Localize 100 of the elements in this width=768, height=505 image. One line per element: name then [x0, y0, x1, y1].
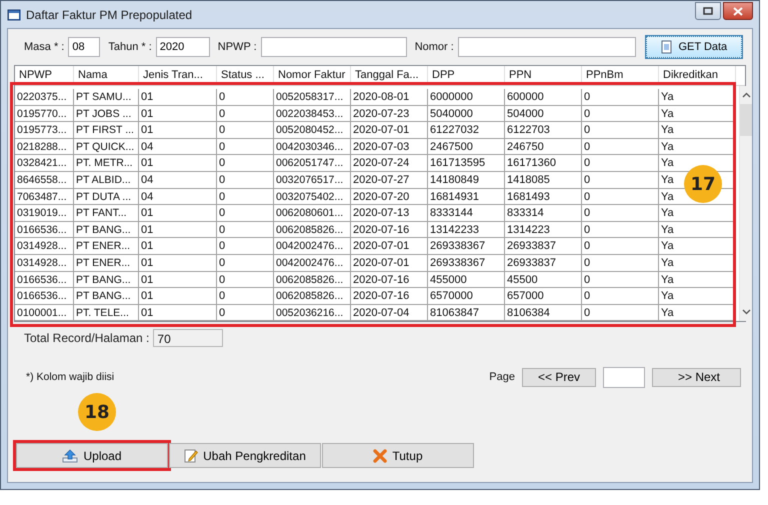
table-cell: PT ENER... [74, 254, 139, 272]
table-cell: Ya [659, 272, 736, 288]
column-header[interactable]: DPP [428, 66, 505, 85]
table-cell: 81063847 [428, 304, 505, 322]
field-label: Nomor : [414, 41, 454, 53]
get-data-button[interactable]: GET Data [646, 36, 742, 58]
table-cell: 01 [139, 288, 217, 305]
table-cell: Ya [659, 304, 736, 322]
table-cell: 16814931 [428, 188, 505, 206]
column-header[interactable]: PPN [505, 66, 582, 85]
window-icon [7, 8, 21, 22]
scroll-up-icon[interactable] [742, 92, 750, 98]
table-cell: 2020-07-20 [351, 188, 428, 206]
table-cell: 6570000 [428, 288, 505, 305]
table-cell: 2020-07-01 [351, 122, 428, 139]
table-cell: PT. METR... [74, 155, 139, 172]
table-cell: 0 [582, 122, 659, 139]
table-cell: 01 [139, 122, 217, 139]
table-cell: 0 [217, 122, 274, 139]
table-cell: 01 [139, 106, 217, 122]
table-cell: 0 [582, 138, 659, 156]
table-cell: 0042030346... [274, 138, 351, 156]
table-cell: 2020-07-03 [351, 138, 428, 156]
table-cell: 01 [139, 205, 217, 222]
column-header[interactable]: Dikreditkan [659, 66, 736, 85]
table-cell: 8646558... [15, 172, 74, 189]
table-cell: 1418085 [505, 172, 582, 189]
table-cell: Ya [659, 122, 736, 139]
table-cell: 0 [217, 89, 274, 106]
table-cell: 2020-07-23 [351, 106, 428, 122]
scroll-thumb[interactable] [740, 104, 752, 136]
column-header[interactable]: Tanggal Fa... [351, 66, 428, 85]
table-cell: 1314223 [505, 222, 582, 238]
upload-button[interactable]: Upload [16, 443, 168, 468]
table-cell: 0 [582, 205, 659, 222]
table-cell: 0052080452... [274, 122, 351, 139]
table-cell: 455000 [428, 272, 505, 288]
table-cell: 01 [139, 304, 217, 322]
prev-button[interactable]: << Prev [522, 368, 596, 387]
table-cell: 01 [139, 254, 217, 272]
input-field[interactable]: 2020 [156, 37, 210, 57]
table-cell: 2020-07-24 [351, 155, 428, 172]
page-label: Page [489, 371, 515, 384]
edit-button[interactable]: Ubah Pengkreditan [169, 443, 321, 468]
table-cell: 0 [217, 188, 274, 206]
scrollbar[interactable] [739, 86, 752, 322]
table-cell: 0 [217, 205, 274, 222]
column-header[interactable]: PPnBm [582, 66, 659, 85]
column-header[interactable]: Nomor Faktur [274, 66, 351, 85]
table-cell: 0062085826... [274, 272, 351, 288]
input-field[interactable] [458, 37, 636, 57]
table-cell: 2020-07-16 [351, 222, 428, 238]
table-cell: 0 [582, 106, 659, 122]
column-header[interactable]: Jenis Tran... [139, 66, 217, 85]
close-button[interactable] [723, 2, 753, 20]
table-cell: PT BANG... [74, 288, 139, 305]
table-cell: 0022038453... [274, 106, 351, 122]
table-cell: 0195770... [15, 106, 74, 122]
table-cell: PT FIRST ... [74, 122, 139, 139]
table-cell: 600000 [505, 89, 582, 106]
table-cell: 01 [139, 155, 217, 172]
table-cell: 6122703 [505, 122, 582, 139]
table-cell: 8106384 [505, 304, 582, 322]
table-cell: 0 [582, 222, 659, 238]
table-cell: 0 [582, 272, 659, 288]
table-cell: 0 [582, 304, 659, 322]
page-input[interactable] [603, 366, 645, 388]
column-header[interactable]: Nama [74, 66, 139, 85]
table-cell: Ya [659, 89, 736, 106]
table-cell: 0062085826... [274, 222, 351, 238]
field-label: Masa * : [24, 41, 64, 53]
scroll-down-icon[interactable] [742, 309, 750, 316]
input-field[interactable] [260, 37, 407, 57]
table-cell: 269338367 [428, 254, 505, 272]
table-cell: 2020-08-01 [351, 89, 428, 106]
table-cell: 8333144 [428, 205, 505, 222]
table-cell: 2020-07-01 [351, 254, 428, 272]
table-cell: PT SAMU... [74, 89, 139, 106]
table-cell: PT ENER... [74, 238, 139, 255]
column-header[interactable]: NPWP [15, 66, 74, 85]
table-cell: 0 [217, 172, 274, 189]
table-cell: 0052036216... [274, 304, 351, 322]
input-field[interactable]: 08 [68, 37, 100, 57]
table-cell: 0062051747... [274, 155, 351, 172]
table-cell: 0 [217, 155, 274, 172]
table-cell: 0062080601... [274, 205, 351, 222]
table-cell: 0 [582, 172, 659, 189]
edit-document-icon [184, 448, 198, 464]
table-cell: 16171360 [505, 155, 582, 172]
table-cell: PT BANG... [74, 272, 139, 288]
table-cell: PT ALBID... [74, 172, 139, 189]
table-cell: PT DUTA ... [74, 188, 139, 206]
table-cell: 0166536... [15, 288, 74, 305]
window-title: Daftar Faktur PM Prepopulated [26, 8, 192, 22]
restore-button[interactable] [695, 2, 721, 20]
table-cell: 0 [582, 254, 659, 272]
column-header[interactable]: Status ... [217, 66, 274, 85]
table-cell: 04 [139, 188, 217, 206]
close-button[interactable]: Tutup [322, 443, 474, 468]
next-button[interactable]: >> Next [652, 368, 741, 387]
